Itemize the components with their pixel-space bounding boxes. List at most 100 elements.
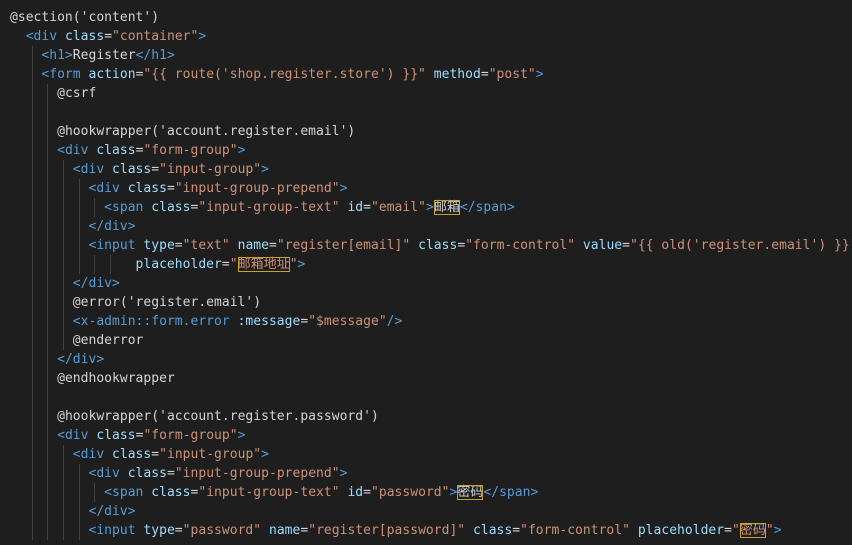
- code-line[interactable]: placeholder="邮箱地址">: [10, 255, 852, 274]
- indent-guide: [47, 312, 49, 331]
- indent-guide: [31, 502, 33, 521]
- code-token: =: [166, 466, 175, 481]
- code-token: "input-group-prepend": [174, 181, 340, 196]
- code-line[interactable]: [10, 388, 852, 407]
- code-editor[interactable]: @section('content') <div class="containe…: [0, 0, 852, 545]
- code-line[interactable]: <x-admin::form.error :message="$message"…: [10, 312, 852, 331]
- code-token: @error('register.email'): [72, 295, 262, 310]
- code-token: =: [268, 238, 277, 253]
- indent-guide: [47, 103, 49, 122]
- indent-guide: [47, 198, 49, 217]
- code-line[interactable]: </div>: [10, 350, 852, 369]
- code-line[interactable]: </div>: [10, 217, 852, 236]
- code-token: id: [339, 200, 364, 215]
- code-token: </span>: [483, 485, 539, 500]
- code-line[interactable]: @hookwrapper('account.register.password'…: [10, 407, 852, 426]
- indent-guide: [31, 255, 33, 274]
- indent-guide: [47, 426, 49, 445]
- code-line[interactable]: <div class="form-group">: [10, 426, 852, 445]
- code-token: ": [765, 523, 774, 538]
- code-token: class: [88, 143, 136, 158]
- code-line[interactable]: <div class="input-group">: [10, 445, 852, 464]
- code-line[interactable]: @csrf: [10, 84, 852, 103]
- code-line[interactable]: <input type="text" name="register[email]…: [10, 236, 852, 255]
- code-line[interactable]: @error('register.email'): [10, 293, 852, 312]
- code-token: "register[password]": [308, 523, 466, 538]
- indent-guide: [31, 445, 33, 464]
- indent-guide: [47, 274, 49, 293]
- code-token: <div: [57, 143, 89, 158]
- code-line[interactable]: @section('content'): [10, 8, 852, 27]
- code-line[interactable]: </div>: [10, 274, 852, 293]
- indent-guide: [62, 274, 64, 293]
- code-line[interactable]: <span class="input-group-text" id="email…: [10, 198, 852, 217]
- indent-guide: [47, 122, 49, 141]
- indent-guide: [62, 179, 64, 198]
- code-token: "form-control": [465, 238, 576, 253]
- code-token: >: [237, 143, 246, 158]
- indent-guide: [47, 255, 49, 274]
- code-token: =: [104, 29, 113, 44]
- code-line[interactable]: [10, 103, 852, 122]
- indent-guide: [47, 179, 49, 198]
- code-token: =: [363, 485, 372, 500]
- indent-guide: [31, 388, 33, 407]
- code-line[interactable]: <div class="container">: [10, 27, 852, 46]
- indent-guide: [31, 407, 33, 426]
- code-line[interactable]: <h1>Register</h1>: [10, 46, 852, 65]
- code-token: ": [732, 523, 740, 538]
- highlighted-token: 邮箱: [433, 200, 460, 215]
- code-line[interactable]: <div class="input-group-prepend">: [10, 464, 852, 483]
- code-line[interactable]: <div class="form-group">: [10, 141, 852, 160]
- code-line[interactable]: <form action = "{{ route('shop.register.st…: [10, 65, 852, 84]
- code-line[interactable]: <div class="input-group">: [10, 160, 852, 179]
- code-token: "email": [371, 200, 426, 215]
- indent-guide: [94, 255, 96, 274]
- indent-guide: [31, 179, 33, 198]
- code-line[interactable]: <input type="password" name="register[pa…: [10, 521, 852, 540]
- indent-guide: [47, 141, 49, 160]
- code-line[interactable]: <div class="input-group-prepend">: [10, 179, 852, 198]
- code-token: class: [119, 466, 167, 481]
- code-token: "input-group-text": [198, 200, 340, 215]
- code-token: class: [104, 447, 152, 462]
- indent-guide: [78, 255, 80, 274]
- indent-guide: [31, 312, 33, 331]
- code-token: class: [104, 162, 152, 177]
- code-token: "{{ old('register.email') }}": [630, 238, 852, 253]
- code-token: >: [261, 162, 269, 177]
- indent-guide: [47, 160, 49, 179]
- code-token: @endhookwrapper: [57, 371, 175, 386]
- code-line[interactable]: @hookwrapper('account.register.email'): [10, 122, 852, 141]
- code-token: />: [386, 314, 403, 329]
- indent-guide: [47, 293, 49, 312]
- code-token: =: [151, 162, 160, 177]
- code-token: <div: [72, 447, 105, 462]
- code-token: class: [119, 181, 167, 196]
- code-view[interactable]: @section('content') <div class="containe…: [10, 8, 852, 540]
- indent-guide: [31, 84, 33, 103]
- code-token: type: [135, 523, 175, 538]
- code-line[interactable]: @endhookwrapper: [10, 369, 852, 388]
- code-token: "post": [488, 67, 536, 82]
- code-token: "input-group-prepend": [174, 466, 340, 481]
- code-line[interactable]: </div>: [10, 502, 852, 521]
- indent-guide: [47, 483, 49, 502]
- code-line[interactable]: <span class="input-group-text" id="passw…: [10, 483, 852, 502]
- code-token: </div>: [57, 352, 105, 367]
- code-line[interactable]: @enderror: [10, 331, 852, 350]
- code-token: @section('content'): [10, 10, 160, 25]
- indent-guide: [47, 445, 49, 464]
- code-token: class: [143, 200, 191, 215]
- indent-guide: [47, 236, 49, 255]
- code-token: =: [622, 238, 631, 253]
